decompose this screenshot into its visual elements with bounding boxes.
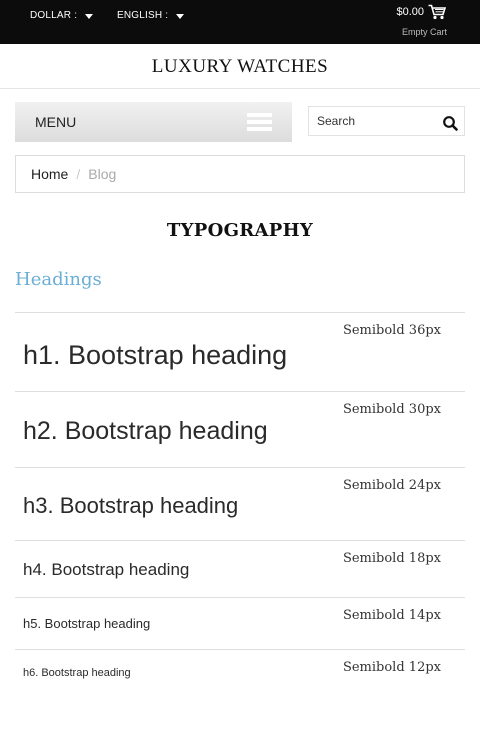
breadcrumb: Home / Blog bbox=[15, 155, 465, 193]
heading-sample: h5. Bootstrap heading bbox=[23, 616, 151, 631]
search-box bbox=[308, 106, 465, 136]
breadcrumb-home-link[interactable]: Home bbox=[31, 166, 68, 182]
cart-status: Empty Cart bbox=[401, 27, 447, 37]
shopping-cart-icon bbox=[428, 4, 446, 20]
search-input[interactable] bbox=[309, 107, 437, 135]
heading-sample: h3. Bootstrap heading bbox=[23, 493, 239, 518]
menu-toggle-icon[interactable] bbox=[247, 113, 272, 132]
heading-note: Semibold 12px bbox=[342, 660, 441, 675]
caret-down-icon bbox=[176, 14, 185, 19]
site-title[interactable]: LUXURY WATCHES bbox=[0, 44, 480, 89]
divider bbox=[0, 88, 480, 89]
table-row: h6. Bootstrap heading Semibold 12px bbox=[15, 649, 465, 699]
currency-label: DOLLAR : bbox=[30, 10, 78, 21]
breadcrumb-separator: / bbox=[76, 166, 81, 182]
search-icon[interactable] bbox=[442, 115, 458, 131]
heading-note: Semibold 14px bbox=[342, 608, 441, 623]
table-row: h4. Bootstrap heading Semibold 18px bbox=[15, 540, 465, 597]
heading-note: Semibold 24px bbox=[342, 478, 441, 493]
currency-dropdown[interactable]: DOLLAR : bbox=[30, 10, 94, 21]
page-title: TYPOGRAPHY bbox=[166, 220, 314, 241]
section-title: Headings bbox=[15, 269, 102, 290]
table-row: h3. Bootstrap heading Semibold 24px bbox=[15, 467, 465, 540]
language-dropdown[interactable]: ENGLISH : bbox=[117, 10, 185, 21]
caret-down-icon bbox=[85, 14, 94, 19]
heading-sample: h1. Bootstrap heading bbox=[23, 340, 288, 370]
heading-sample: h2. Bootstrap heading bbox=[23, 417, 268, 445]
menu-bar[interactable]: MENU bbox=[15, 102, 292, 142]
cart-total: $0.00 bbox=[396, 6, 424, 18]
heading-note: Semibold 36px bbox=[342, 323, 441, 338]
breadcrumb-current: Blog bbox=[88, 166, 117, 182]
heading-sample: h4. Bootstrap heading bbox=[23, 560, 190, 579]
top-bar: DOLLAR : ENGLISH : $0.00 Empty Cart bbox=[0, 0, 480, 44]
heading-sample: h6. Bootstrap heading bbox=[23, 667, 131, 679]
typography-table: h1. Bootstrap heading Semibold 36px h2. … bbox=[15, 312, 465, 699]
table-row: h1. Bootstrap heading Semibold 36px bbox=[15, 312, 465, 391]
menu-label: MENU bbox=[35, 114, 77, 130]
cart-button[interactable]: $0.00 bbox=[396, 4, 446, 20]
heading-note: Semibold 30px bbox=[342, 402, 441, 417]
table-row: h5. Bootstrap heading Semibold 14px bbox=[15, 597, 465, 649]
heading-note: Semibold 18px bbox=[342, 551, 441, 566]
language-label: ENGLISH : bbox=[117, 10, 169, 21]
table-row: h2. Bootstrap heading Semibold 30px bbox=[15, 391, 465, 467]
